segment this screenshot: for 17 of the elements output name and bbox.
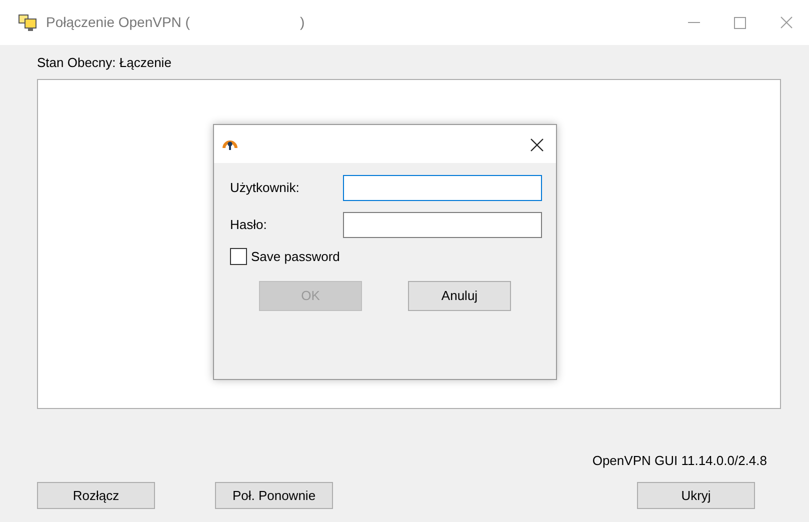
reconnect-button[interactable]: Poł. Ponownie (215, 482, 333, 509)
close-icon[interactable] (530, 138, 544, 152)
status-label: Stan Obecny: Łączenie (37, 54, 172, 72)
input-field[interactable] (342, 212, 542, 238)
disconnect-button[interactable]: Rozłącz (37, 482, 155, 509)
field-label: Użytkownik: (230, 178, 300, 197)
window-title: ) (300, 13, 305, 32)
cancel-button[interactable]: Anuluj (408, 280, 511, 310)
checkbox[interactable] (230, 248, 247, 266)
input-field[interactable] (342, 174, 542, 200)
maximize-icon[interactable] (734, 16, 746, 28)
network-computer-icon (18, 14, 38, 32)
window-title: Połączenie OpenVPN ( (46, 13, 190, 32)
version-label: OpenVPN GUI 11.14.0.0/2.4.8 (592, 452, 767, 468)
checkbox-label: Save password (251, 248, 340, 266)
hide-button[interactable]: Ukryj (637, 482, 755, 509)
field-label: Hasło: (230, 216, 268, 234)
